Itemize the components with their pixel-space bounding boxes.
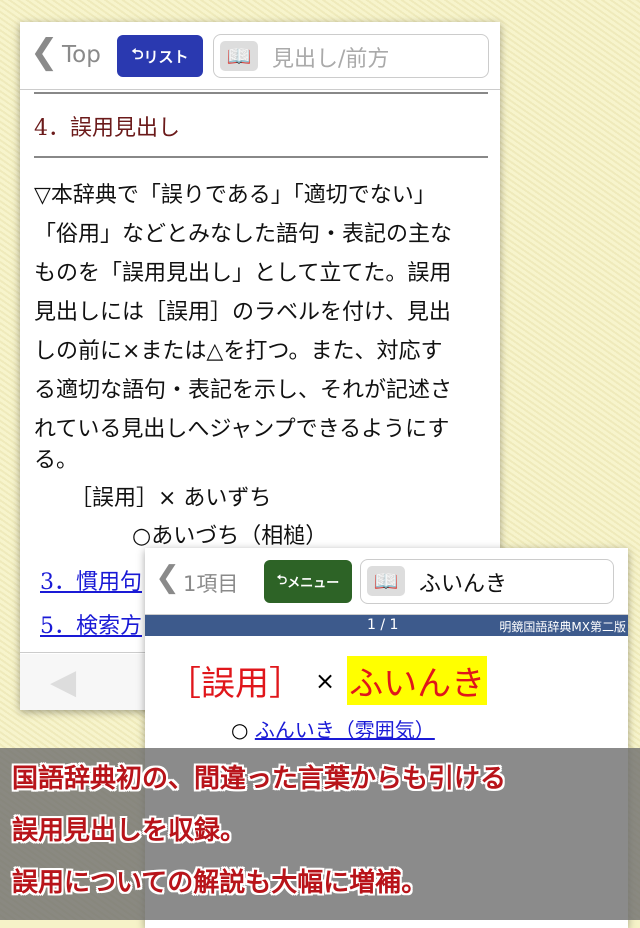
body-text: 「俗用」などとみなした語句・表記の主な [34, 222, 453, 247]
example-text: ［誤用］× あいずち [70, 486, 272, 511]
book-icon[interactable]: 📖 [367, 566, 405, 596]
misuse-label: ［誤用］ [167, 664, 303, 704]
chevron-left-icon[interactable]: ❮ [30, 32, 59, 72]
body-text: 見出しには［誤用］のラベルを付け、見出 [34, 300, 451, 325]
body-text: ▽本辞典で「誤りである」「適切でない」 [34, 183, 436, 208]
nav-bar: ❮ 1項目 ⮌ メニュー 📖 ふいんき [145, 548, 628, 615]
caption-line: 誤用についての解説も大幅に増補。 [12, 868, 428, 898]
back-button[interactable]: 1項目 [183, 568, 238, 598]
entry-headline: ［誤用］ × ふいんき [167, 656, 488, 705]
list-button[interactable]: ⮌ リスト [117, 35, 203, 77]
cross-mark: × [315, 666, 336, 695]
body-text: しの前に×または△を打つ。また、対応す [34, 339, 443, 364]
divider [34, 92, 488, 94]
circle-mark: ○ [231, 718, 249, 742]
return-icon: ⮌ [131, 44, 144, 63]
link-section-5[interactable]: 5．検索方 [40, 608, 142, 640]
dictionary-name: 明鏡国語辞典MX第二版 [499, 620, 626, 634]
body-text: る適切な語句・表記を示し、それが記述さ [34, 378, 453, 403]
body-text: れている見出しへジャンプできるようにす [34, 417, 450, 442]
page-indicator: 1 / 1 [367, 617, 399, 633]
divider [34, 156, 488, 158]
body-text: る。 [34, 448, 79, 473]
chevron-left-icon[interactable]: ❮ [155, 560, 180, 595]
section-heading: 4．誤用見出し [34, 116, 180, 141]
search-input[interactable]: 📖 ふいんき [360, 559, 614, 604]
nav-bar: ❮ Top ⮌ リスト 📖 見出し/前方 [20, 22, 500, 90]
search-input[interactable]: 📖 見出し/前方 [213, 34, 489, 78]
caption-overlay: 国語辞典初の、間違った言葉からも引ける 誤用見出しを収録。 誤用についての解説も… [0, 748, 640, 920]
correct-link[interactable]: ふんいき（雰囲気） [255, 718, 435, 742]
caption-line: 国語辞典初の、間違った言葉からも引ける [12, 764, 507, 794]
correct-entry: ○ ふんいき（雰囲気） [231, 714, 435, 743]
caption-line: 誤用見出しを収録。 [12, 816, 247, 846]
info-bar: 1 / 1 明鏡国語辞典MX第二版 [145, 615, 628, 636]
link-section-3[interactable]: 3．慣用句 [40, 564, 142, 596]
back-button[interactable]: Top [62, 42, 101, 68]
example-text: ○あいづち（相槌） [132, 524, 328, 549]
body-text: ものを「誤用見出し」として立てた。誤用 [34, 261, 452, 286]
headword: ふいんき [347, 656, 488, 705]
menu-button[interactable]: ⮌ メニュー [264, 560, 352, 603]
prev-arrow-icon[interactable]: ◀ [50, 662, 76, 702]
return-icon: ⮌ [276, 572, 288, 588]
book-icon[interactable]: 📖 [220, 41, 258, 71]
